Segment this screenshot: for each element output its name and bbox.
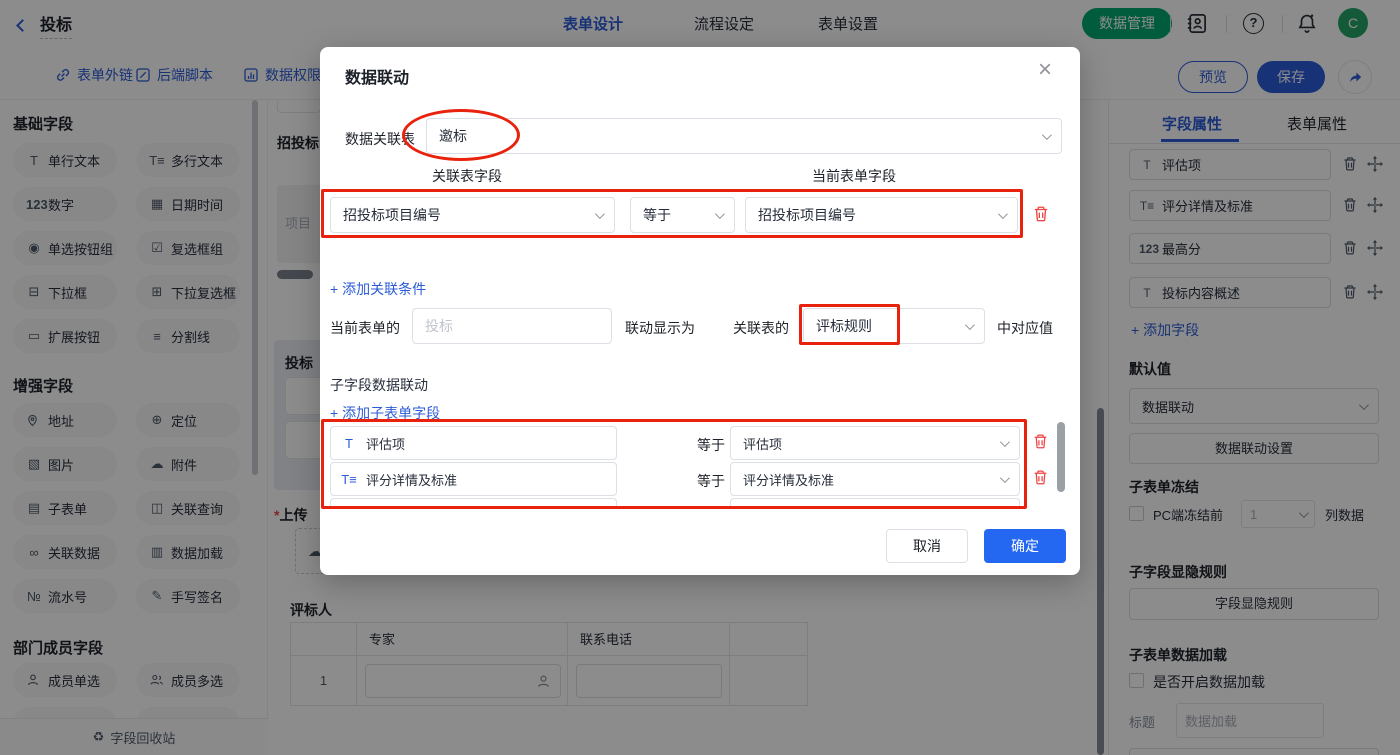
text-icon: T	[345, 435, 353, 451]
subfield-left-box[interactable]: T 评估项	[330, 426, 617, 460]
current-form-field-value: 招投标项目编号	[758, 207, 856, 223]
subfield-right-select[interactable]: 评分详情及标准	[730, 462, 1020, 496]
relation-field-value: 招投标项目编号	[343, 207, 441, 223]
add-condition-link[interactable]: + 添加关联条件	[330, 279, 426, 299]
chevron-down-icon	[1041, 129, 1052, 140]
subfield-right-value: 评估项	[743, 436, 783, 452]
subfield-row-partial	[730, 498, 1020, 507]
current-form-field-select[interactable]: 招投标项目编号	[745, 197, 1018, 233]
data-linkage-modal: 数据联动 × 数据关联表 邀标 关联表字段 当前表单字段 招投标项目编号 等于 …	[320, 47, 1080, 575]
chevron-down-icon	[964, 319, 975, 330]
subfield-row-partial	[330, 498, 617, 507]
of-table-label: 关联表的	[733, 320, 789, 336]
column-header-left: 关联表字段	[432, 168, 502, 184]
subfield-left-label: 评估项	[366, 436, 406, 452]
operator-select[interactable]: 等于	[630, 197, 735, 233]
textarea-icon: T≡	[341, 471, 357, 487]
subfield-right-value: 评分详情及标准	[743, 472, 835, 488]
subfield-section-title: 子字段数据联动	[330, 377, 428, 393]
chevron-down-icon	[714, 208, 725, 219]
subfield-operator: 等于	[697, 437, 725, 453]
relation-table-select[interactable]: 邀标	[426, 118, 1062, 154]
column-header-right: 当前表单字段	[812, 168, 896, 184]
chevron-down-icon	[997, 208, 1008, 219]
add-subfield-link[interactable]: + 添加子表单字段	[330, 403, 440, 423]
cancel-button[interactable]: 取消	[886, 529, 968, 563]
display-field-input[interactable]	[412, 308, 612, 344]
delete-subfield-icon[interactable]	[1032, 469, 1049, 486]
subfield-right-select[interactable]: 评估项	[730, 426, 1020, 460]
chevron-down-icon	[999, 436, 1010, 447]
target-field-select[interactable]: 评标规则	[803, 308, 985, 344]
app-screen: 投标 表单设计 流程设定 表单设置 数据管理 ? C 表单外链 后端脚本 数据权…	[0, 0, 1400, 755]
target-field-value: 评标规则	[816, 318, 872, 334]
subfield-left-box[interactable]: T≡ 评分详情及标准	[330, 462, 617, 496]
chevron-down-icon	[594, 208, 605, 219]
modal-scrollbar[interactable]	[1057, 422, 1065, 492]
relation-table-value: 邀标	[439, 128, 467, 144]
relation-table-label: 数据关联表	[345, 131, 415, 147]
relation-field-select[interactable]: 招投标项目编号	[330, 197, 615, 233]
chevron-down-icon	[999, 472, 1010, 483]
confirm-button[interactable]: 确定	[984, 529, 1066, 563]
delete-condition-icon[interactable]	[1032, 205, 1050, 223]
close-icon[interactable]: ×	[1038, 58, 1052, 82]
modal-title: 数据联动	[345, 70, 410, 87]
delete-subfield-icon[interactable]	[1032, 433, 1049, 450]
subfield-operator: 等于	[697, 473, 725, 489]
corresponding-value-label: 中对应值	[997, 320, 1053, 336]
display-as-label: 联动显示为	[625, 320, 695, 336]
current-form-prefix: 当前表单的	[330, 320, 400, 336]
operator-value: 等于	[643, 207, 671, 223]
subfield-left-label: 评分详情及标准	[366, 472, 458, 488]
